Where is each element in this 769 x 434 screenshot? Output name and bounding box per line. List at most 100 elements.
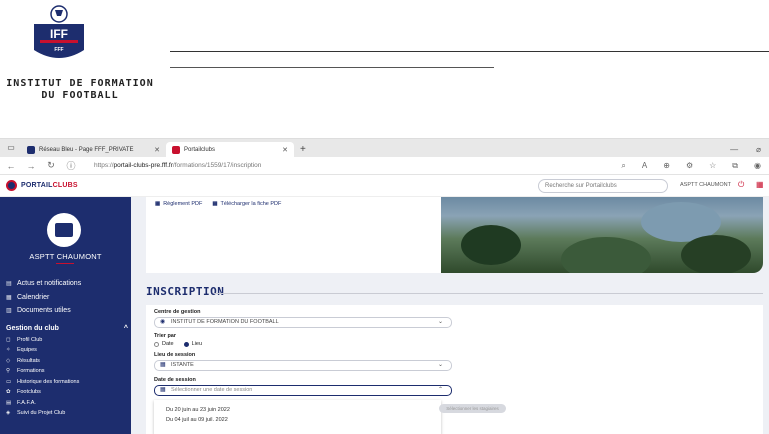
footclubs-icon: ✿ — [6, 389, 11, 396]
club-underline — [56, 263, 74, 264]
sidebar-item-label: Suivi du Projet Club — [17, 410, 66, 417]
date-option[interactable]: Du 20 juin au 23 juin 2022 — [154, 405, 441, 415]
sidebar-item-label: F.A.F.A. — [17, 399, 36, 406]
chevron-up-icon: ^ — [123, 324, 128, 332]
centre-value: INSTITUT DE FORMATION DU FOOTBALL — [171, 319, 279, 325]
site-info-icon[interactable]: ⓘ — [66, 159, 76, 172]
reload-icon[interactable]: ↻ — [46, 160, 56, 171]
profile-icon[interactable]: ◉ — [754, 161, 761, 171]
tab-portailclubs[interactable]: Portailclubs ✕ — [166, 142, 294, 157]
sidebar-item-equipes[interactable]: ✧ Equipes — [6, 345, 128, 356]
new-tab-button[interactable]: + — [300, 144, 306, 155]
sidebar-club-name: ASPTT CHAUMONT — [29, 252, 102, 261]
sidebar-item-label: Profil Club — [17, 336, 43, 343]
building-icon: ▦ — [160, 362, 166, 368]
sidebar-item-resultats[interactable]: ◇ Résultats — [6, 356, 128, 367]
trier-label: Trier par — [154, 333, 177, 339]
date-placeholder: Sélectionner une date de session — [171, 387, 253, 393]
section-label: Gestion du club — [6, 324, 59, 332]
sidebar-item-label: Calendrier — [17, 293, 50, 301]
url-path: /formations/1559/17/inscription — [172, 162, 262, 169]
photo-shape — [681, 235, 751, 273]
project-icon: ◈ — [6, 410, 11, 417]
menu-grid-icon[interactable]: ▦ — [756, 180, 764, 189]
radio-date[interactable]: Date — [154, 341, 174, 347]
sidebar-item-projet[interactable]: ◈ Suivi du Projet Club — [6, 408, 128, 419]
calendar-icon: ▦ — [160, 387, 166, 393]
collections-icon[interactable]: ⧉ — [732, 161, 738, 171]
sidebar-item-profil-club[interactable]: ◻ Profil Club — [6, 335, 128, 346]
date-option[interactable]: Du 04 juil au 09 juil. 2022 — [154, 415, 441, 425]
zoom-icon[interactable]: ⊕ — [663, 161, 670, 171]
tab-label: Réseau Bleu - Page FFF_PRIVATE — [39, 146, 134, 153]
close-tab-icon[interactable]: ✕ — [154, 146, 160, 154]
sidebar-item-historique[interactable]: ▭ Historique des formations — [6, 377, 128, 388]
link-label: Télécharger la fiche PDF — [220, 201, 282, 207]
tab-reseau-bleu[interactable]: Réseau Bleu - Page FFF_PRIVATE ✕ — [21, 142, 166, 157]
address-bar: ← → ↻ ⓘ https://portail-clubs-pre.fff.fr… — [0, 157, 769, 175]
sidebar-item-formations[interactable]: ⚲ Formations — [6, 366, 128, 377]
select-stagiaires-button[interactable]: Sélectionner les stagiaires — [439, 404, 506, 413]
lieu-select[interactable]: ▦ ISTANTE ⌄ — [154, 360, 452, 371]
results-icon: ◇ — [6, 357, 11, 364]
restore-icon[interactable]: ⌀ — [756, 145, 761, 154]
fiche-pdf-link[interactable]: ▦ Télécharger la fiche PDF — [212, 201, 281, 207]
pdf-icon: ▦ — [212, 201, 218, 207]
text-size-icon[interactable]: A — [642, 161, 647, 171]
sidebar-item-documents[interactable]: ▥ Documents utiles — [6, 304, 128, 318]
profile-icon: ◻ — [6, 336, 11, 343]
app-body: ASPTT CHAUMONT ▤ Actus et notifications ▦… — [0, 197, 769, 434]
sidebar-item-label: Documents utiles — [17, 307, 71, 315]
trier-radio-group: Date Lieu — [154, 341, 202, 347]
header-rule-long — [170, 51, 769, 52]
brand-part-1: PORTAIL — [21, 182, 53, 189]
radio-label: Lieu — [191, 341, 203, 347]
sidebar-item-label: Footclubs — [17, 389, 41, 396]
sidebar-item-label: Résultats — [17, 357, 40, 364]
window-controls: — ⌀ — [730, 142, 769, 157]
app-header: PORTAILCLUBS Recherche sur Portailclubs … — [0, 175, 769, 197]
date-select[interactable]: ▦ Sélectionner une date de session ⌃ — [154, 385, 452, 396]
back-icon[interactable]: ← — [6, 161, 16, 171]
sidebar-item-actus[interactable]: ▤ Actus et notifications — [6, 277, 128, 291]
url-field[interactable]: https://portail-clubs-pre.fff.fr/formati… — [94, 162, 611, 169]
forward-icon[interactable]: → — [26, 161, 36, 171]
sidebar-item-calendrier[interactable]: ▦ Calendrier — [6, 291, 128, 305]
sidebar-item-label: Equipes — [17, 347, 37, 354]
pdf-icon: ▦ — [155, 201, 161, 207]
centre-select[interactable]: ◉ INSTITUT DE FORMATION DU FOOTBALL ⌄ — [154, 317, 452, 328]
search-input[interactable]: Recherche sur Portailclubs — [538, 179, 668, 193]
page-title: INSCRIPTION — [146, 285, 225, 298]
chevron-down-icon: ⌄ — [437, 319, 443, 325]
read-aloud-icon[interactable]: ⌕ — [621, 161, 625, 171]
sidebar-item-footclubs[interactable]: ✿ Footclubs — [6, 387, 128, 398]
lieu-value: ISTANTE — [171, 362, 194, 368]
photo-shape — [461, 225, 521, 265]
reglement-pdf-link[interactable]: ▦ Règlement PDF — [155, 201, 202, 207]
iff-logo: IFF FFF — [34, 5, 84, 58]
header-club-name[interactable]: ASPTT CHAUMONT — [680, 182, 731, 188]
pdf-links: ▦ Règlement PDF ▦ Télécharger la fiche PDF — [155, 201, 281, 207]
calendar-icon: ▦ — [6, 294, 12, 301]
url-domain: portail-clubs-pre.fff.fr — [113, 162, 173, 169]
radio-date-dot — [154, 341, 159, 347]
sidebar-item-label: Historique des formations — [17, 378, 80, 385]
inscription-form: Centre de gestion ◉ INSTITUT DE FORMATIO… — [146, 305, 763, 434]
close-tab-icon[interactable]: ✕ — [282, 146, 288, 154]
sidebar-item-label: Formations — [17, 368, 45, 375]
sidebar-section-gestion[interactable]: Gestion du club ^ — [6, 322, 128, 335]
power-icon[interactable]: ⏻ — [738, 180, 744, 190]
minimize-icon[interactable]: — — [730, 145, 738, 154]
sidebar-item-fafa[interactable]: ▤ F.A.F.A. — [6, 398, 128, 409]
favorites-icon[interactable]: ☆ — [709, 161, 716, 171]
org-name: INSTITUT DE FORMATION DU FOOTBALL — [0, 78, 160, 102]
portail-favicon-icon — [172, 145, 180, 154]
brand-name[interactable]: PORTAILCLUBS — [21, 182, 78, 189]
address-tools: ⌕ A ⊕ ⚙ ☆ ⧉ ◉ — [621, 161, 763, 171]
title-rule — [214, 293, 763, 294]
history-icon: ▭ — [6, 378, 12, 385]
org-line-2: DU FOOTBALL — [41, 90, 119, 101]
extensions-icon[interactable]: ⚙ — [686, 161, 693, 171]
radio-lieu[interactable]: Lieu — [183, 341, 203, 347]
tab-actions-icon[interactable]: ▭ — [4, 142, 18, 154]
